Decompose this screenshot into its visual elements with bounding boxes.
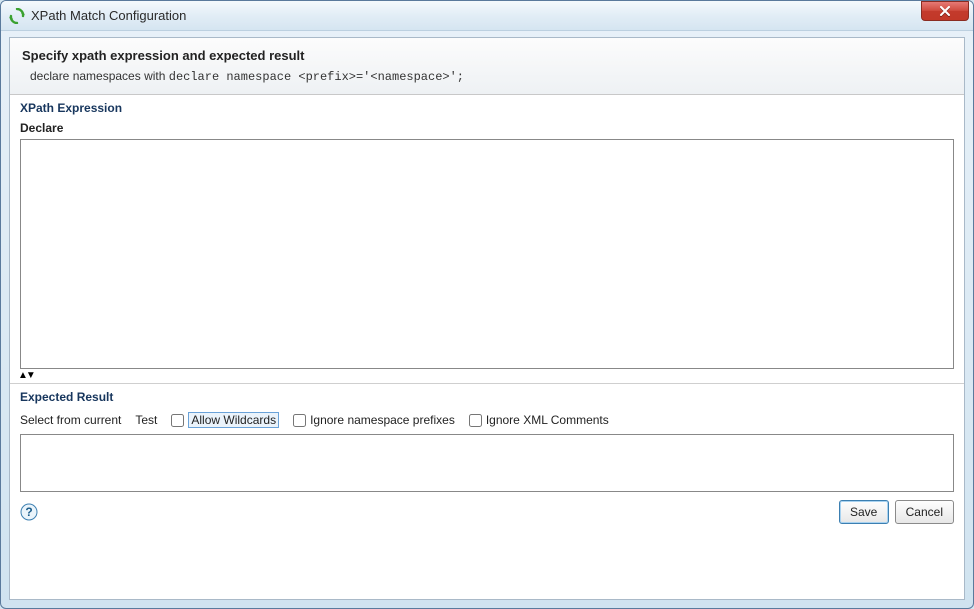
header-area: Specify xpath expression and expected re… bbox=[10, 38, 964, 95]
ignore-comments-checkbox[interactable]: Ignore XML Comments bbox=[469, 413, 609, 427]
close-icon bbox=[939, 6, 951, 16]
options-row: Select from current Test Allow Wildcards… bbox=[10, 408, 964, 434]
allow-wildcards-checkbox[interactable]: Allow Wildcards bbox=[171, 412, 279, 428]
expected-result-label: Expected Result bbox=[10, 384, 964, 408]
resize-handle[interactable]: ▲▼ bbox=[10, 369, 964, 383]
xpath-expression-input[interactable] bbox=[20, 139, 954, 369]
allow-wildcards-input[interactable] bbox=[171, 414, 184, 427]
hint-code: declare namespace <prefix>='<namespace>'… bbox=[169, 70, 464, 84]
dialog-body: Specify xpath expression and expected re… bbox=[9, 37, 965, 600]
allow-wildcards-label: Allow Wildcards bbox=[188, 412, 279, 428]
footer: ? Save Cancel bbox=[10, 492, 964, 532]
dialog-window: XPath Match Configuration Specify xpath … bbox=[0, 0, 974, 609]
save-button[interactable]: Save bbox=[839, 500, 889, 524]
header-hint: declare namespaces with declare namespac… bbox=[22, 69, 952, 84]
app-icon bbox=[9, 8, 25, 24]
xpath-section-label: XPath Expression bbox=[10, 95, 964, 119]
svg-text:?: ? bbox=[25, 505, 32, 519]
help-button[interactable]: ? bbox=[20, 503, 38, 521]
declare-label: Declare bbox=[10, 119, 964, 139]
header-title: Specify xpath expression and expected re… bbox=[22, 48, 952, 63]
ignore-namespace-input[interactable] bbox=[293, 414, 306, 427]
ignore-comments-label: Ignore XML Comments bbox=[486, 413, 609, 427]
ignore-comments-input[interactable] bbox=[469, 414, 482, 427]
window-title: XPath Match Configuration bbox=[31, 8, 921, 23]
expected-result-input[interactable] bbox=[20, 434, 954, 492]
help-icon: ? bbox=[20, 503, 38, 521]
cancel-button[interactable]: Cancel bbox=[895, 500, 954, 524]
test-link[interactable]: Test bbox=[135, 413, 157, 427]
titlebar: XPath Match Configuration bbox=[1, 1, 973, 31]
hint-prefix: declare namespaces with bbox=[30, 69, 169, 83]
ignore-namespace-checkbox[interactable]: Ignore namespace prefixes bbox=[293, 413, 455, 427]
ignore-namespace-label: Ignore namespace prefixes bbox=[310, 413, 455, 427]
close-button[interactable] bbox=[921, 1, 969, 21]
select-from-current-link[interactable]: Select from current bbox=[20, 413, 121, 427]
